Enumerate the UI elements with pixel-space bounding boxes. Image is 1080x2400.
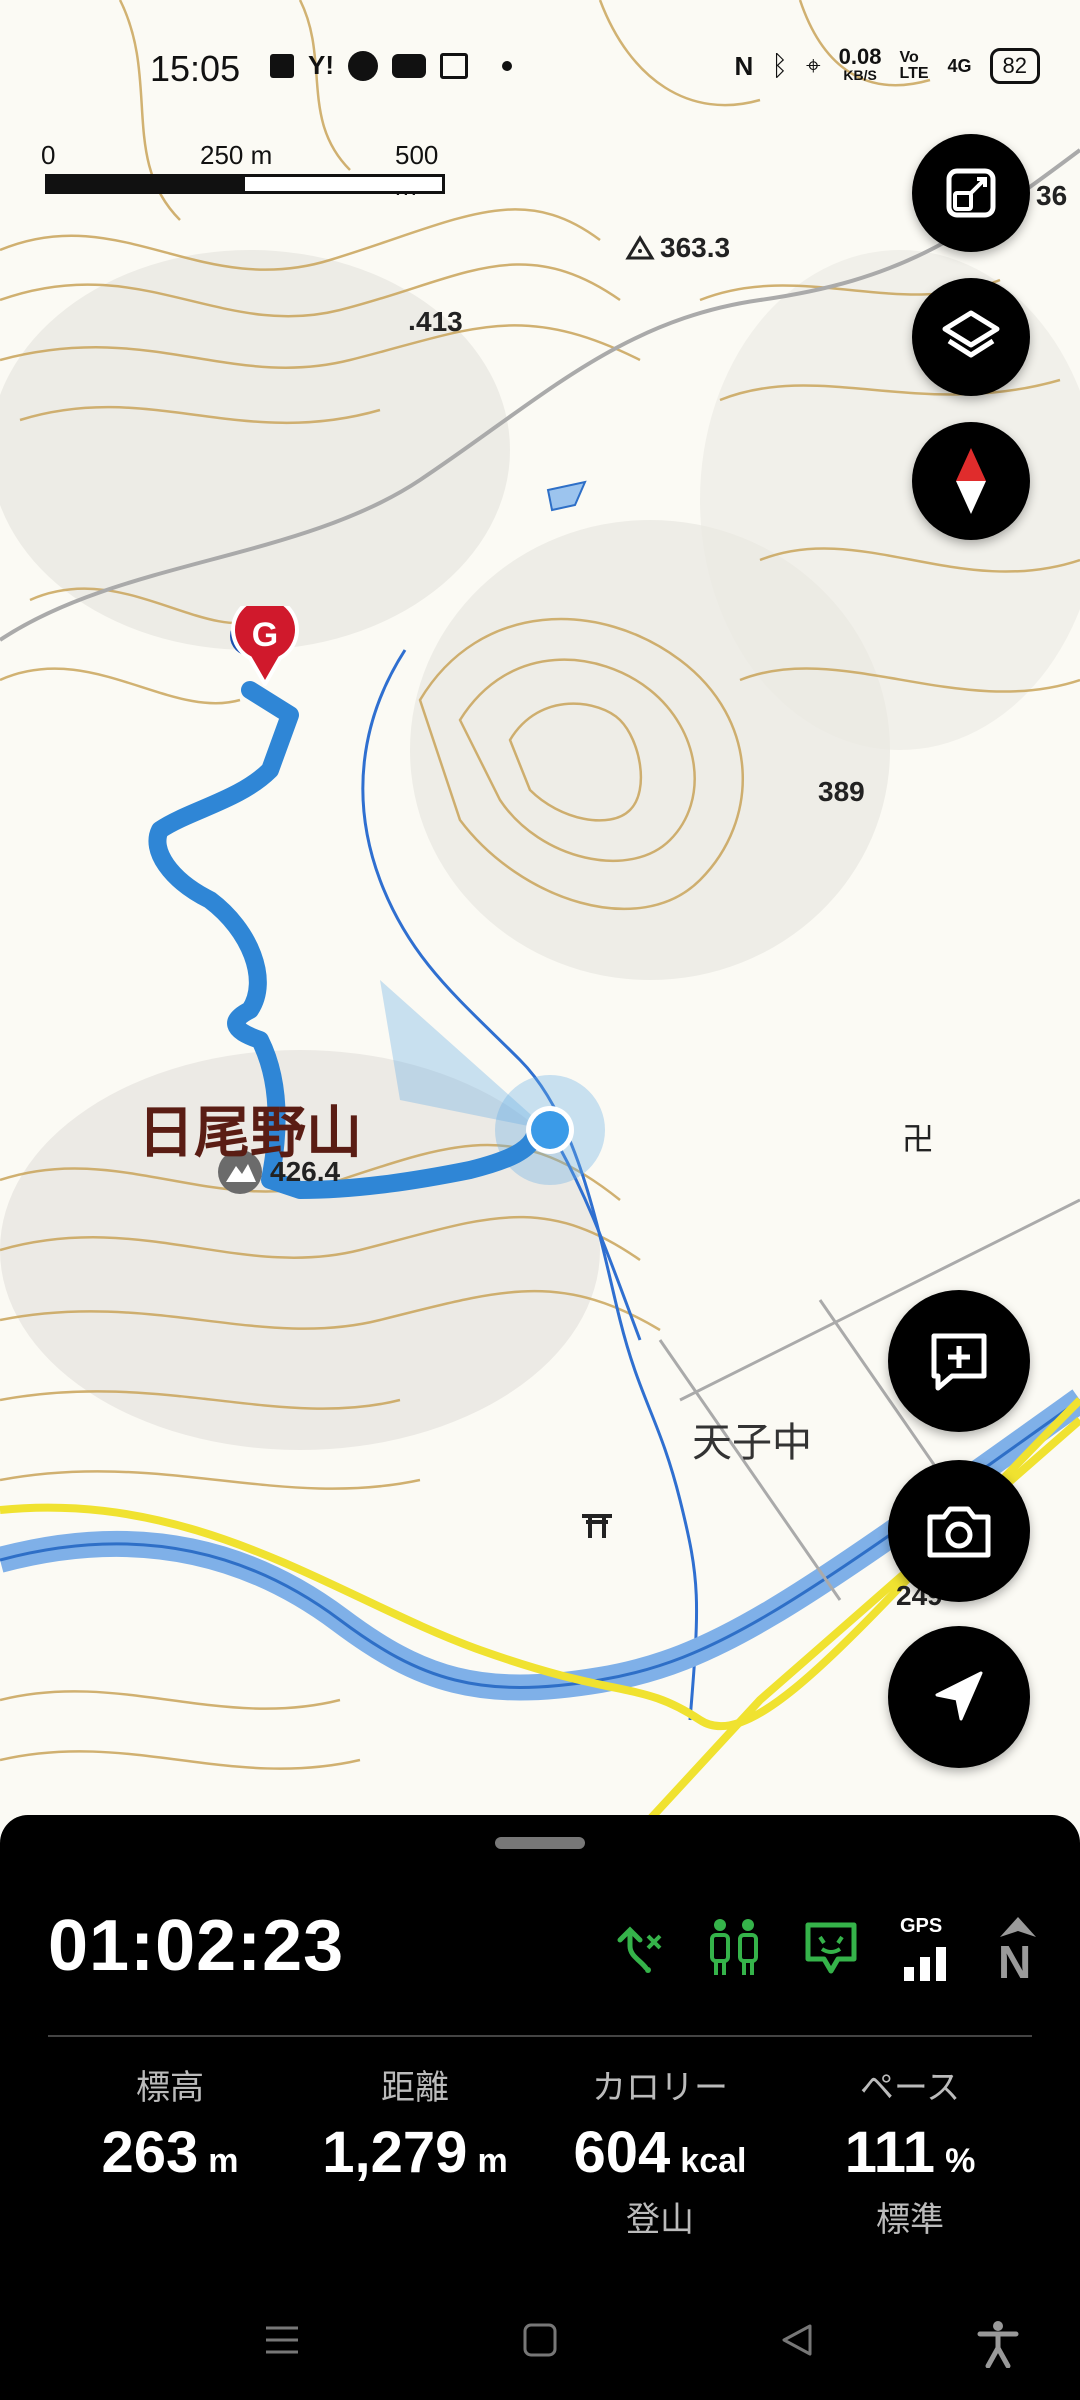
fit-screen-icon bbox=[946, 168, 996, 218]
locate-button[interactable] bbox=[888, 1626, 1030, 1768]
panel-status-icons: GPS N bbox=[610, 1915, 1040, 1988]
system-navigation-bar bbox=[0, 2280, 1080, 2400]
compass-button[interactable] bbox=[912, 422, 1030, 540]
elapsed-timer: 01:02:23 bbox=[48, 1906, 345, 1986]
stat-pace: ペース 111% 標準 bbox=[780, 2060, 1040, 2241]
stat-unit: kcal bbox=[680, 2142, 747, 2180]
yahoo-icon: Y! bbox=[308, 50, 334, 80]
add-memo-icon bbox=[931, 1333, 987, 1391]
status-system-icons: N ᛒ ⌖ 0.08 KB/S Vo LTE 4G 82 bbox=[734, 44, 1040, 84]
layers-button[interactable] bbox=[912, 278, 1030, 396]
compass-icon bbox=[956, 448, 986, 514]
gps-label: GPS bbox=[900, 1915, 943, 1937]
fit-screen-button[interactable] bbox=[912, 134, 1030, 252]
location-icon: ⌖ bbox=[806, 50, 821, 80]
gps-signal-icon: GPS bbox=[900, 1915, 956, 1981]
stat-value: 111 bbox=[844, 2120, 936, 2185]
stat-calories: カロリー 604 kcal 登山 bbox=[530, 2060, 790, 2241]
layers-icon bbox=[942, 310, 1000, 358]
signal-label: 4G bbox=[947, 55, 972, 76]
scale-label-min: 0 bbox=[41, 140, 56, 170]
elevation-label-363: 363.3 bbox=[660, 232, 731, 263]
stat-distance: 距離 1,279 m bbox=[285, 2060, 545, 2186]
stat-unit: % bbox=[945, 2142, 976, 2180]
mountain-name-label: 日尾野山 bbox=[138, 1101, 362, 1164]
north-up-icon[interactable]: N bbox=[996, 1915, 1040, 1988]
map-scale-bar: 0 250 m 500 m bbox=[41, 140, 445, 201]
accessibility-icon[interactable] bbox=[976, 2320, 1020, 2368]
youtube-icon bbox=[392, 53, 426, 78]
village-name-label: 天子中 bbox=[692, 1421, 812, 1465]
camera-icon bbox=[927, 1506, 991, 1558]
status-bar: 15:05 Y! N ᛒ ⌖ 0.08 KB/S Vo LTE 4G 82 bbox=[0, 0, 1080, 130]
status-time: 15:05 bbox=[150, 48, 241, 89]
bluetooth-icon: ᛒ bbox=[771, 50, 789, 81]
menu-icon[interactable] bbox=[262, 2320, 302, 2360]
elevation-label-389: 389 bbox=[818, 776, 865, 807]
stat-sub-label: 標準 bbox=[876, 2201, 944, 2239]
panel-drag-handle[interactable] bbox=[495, 1837, 585, 1849]
route-off-icon[interactable] bbox=[610, 1920, 666, 1976]
elevation-label-36: 36 bbox=[1036, 180, 1068, 211]
stat-value: 1,279 bbox=[322, 2120, 468, 2185]
stat-label: カロリー bbox=[592, 2069, 728, 2107]
dot-icon bbox=[502, 60, 512, 71]
news-icon bbox=[440, 52, 468, 79]
network-speed-value: 0.08 bbox=[838, 44, 882, 69]
add-memo-button[interactable] bbox=[888, 1290, 1030, 1432]
elevation-label-413: 413 bbox=[416, 306, 463, 337]
stat-unit: m bbox=[477, 2142, 508, 2180]
network-speed-unit: KB/S bbox=[843, 67, 877, 83]
navigation-arrow-icon bbox=[935, 1671, 983, 1721]
back-icon[interactable] bbox=[778, 2320, 818, 2360]
nfc-icon: N bbox=[734, 50, 754, 81]
home-icon[interactable] bbox=[520, 2320, 560, 2360]
svg-text:卍: 卍 bbox=[902, 1120, 934, 1158]
goal-marker-label: G bbox=[251, 616, 279, 654]
app-icon bbox=[348, 50, 378, 81]
camera-button[interactable] bbox=[888, 1460, 1030, 1602]
hikers-icon[interactable] bbox=[706, 1917, 762, 1979]
status-notification-icons: Y! bbox=[270, 50, 512, 81]
goal-marker[interactable]: G bbox=[228, 606, 302, 686]
volte-label: Vo LTE bbox=[899, 49, 929, 82]
stat-value: 604 bbox=[573, 2120, 671, 2185]
battery-indicator: 82 bbox=[989, 48, 1040, 84]
network-speed: 0.08 KB/S bbox=[838, 44, 882, 84]
stat-unit: m bbox=[208, 2142, 239, 2180]
chat-icon[interactable] bbox=[802, 1919, 860, 1977]
stat-value: 263 bbox=[101, 2120, 199, 2185]
activity-panel: 01:02:23 GPS N 標高 263 m 距離 1,279 m カロリー … bbox=[0, 1815, 1080, 2400]
stat-label: 標高 bbox=[136, 2069, 204, 2107]
notification-icon bbox=[270, 53, 294, 78]
stat-label: ペース bbox=[859, 2069, 961, 2107]
stat-label: 距離 bbox=[381, 2069, 449, 2107]
panel-divider bbox=[48, 2035, 1032, 2037]
north-label: N bbox=[998, 1936, 1032, 1988]
stat-sub-label: 登山 bbox=[626, 2201, 694, 2239]
scale-label-mid: 250 m bbox=[200, 140, 273, 170]
stat-elevation: 標高 263 m bbox=[40, 2060, 300, 2186]
